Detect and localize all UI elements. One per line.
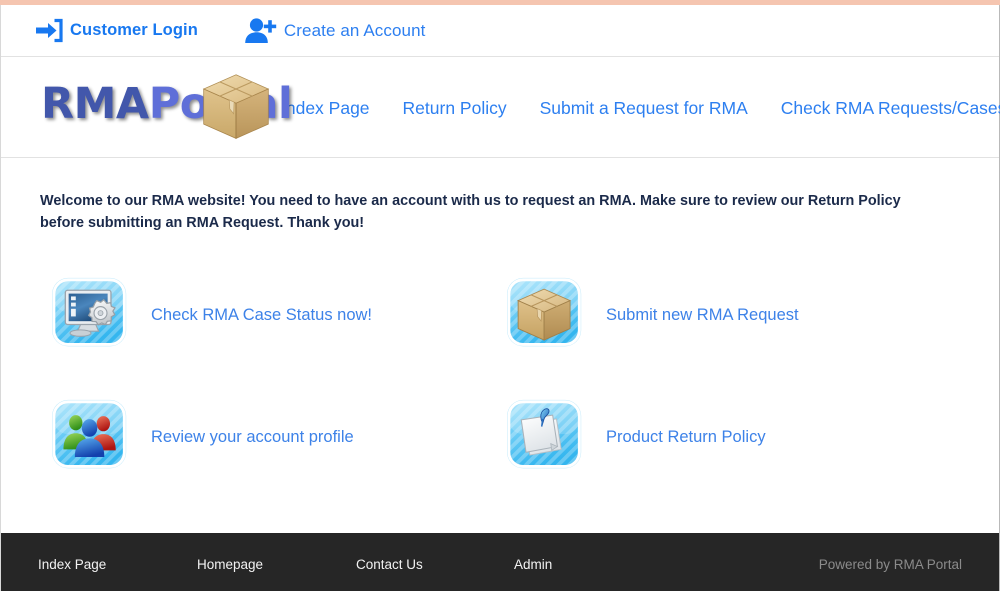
nav-item-index-page[interactable]: Index Page [281,98,370,119]
nav-item-submit-request[interactable]: Submit a Request for RMA [540,98,748,119]
tile-row: Check RMA Case Status now! Submit new RM… [1,254,999,376]
footer-link-admin[interactable]: Admin [514,557,552,572]
tile-review-account-profile[interactable]: Review your account profile [1,376,456,498]
tile-check-rma-status[interactable]: Check RMA Case Status now! [1,254,456,376]
customer-login-link[interactable]: Customer Login [34,18,198,43]
footer-inner: Index Page Homepage Contact Us Admin Pow… [1,533,999,591]
monitor-gear-icon[interactable] [49,276,133,354]
logo-text-rma: RMA [41,79,149,129]
tile-label-submit-rma-request[interactable]: Submit new RMA Request [606,306,799,325]
user-plus-icon [243,17,277,45]
users-group-icon[interactable] [49,398,133,476]
site-footer: Index Page Homepage Contact Us Admin Pow… [1,533,999,591]
tile-label-check-rma-status[interactable]: Check RMA Case Status now! [151,306,372,325]
tile-product-return-policy[interactable]: Product Return Policy [456,376,911,498]
site-header: RMAPortal [1,58,1000,158]
footer-credit: Powered by RMA Portal [818,557,962,572]
nav-item-check-status[interactable]: Check RMA Requests/Cases Status [781,98,1000,119]
nav-item-return-policy[interactable]: Return Policy [403,98,507,119]
create-account-label: Create an Account [283,20,426,40]
sign-in-icon [34,18,64,43]
tile-row: Review your account profile Product Retu… [1,376,999,498]
pinned-documents-icon[interactable] [504,398,588,476]
main-content: Welcome to our RMA website! You need to … [1,159,999,532]
cardboard-box-icon [202,74,270,139]
top-utility-bar: Customer Login Create an Account [1,5,999,57]
create-account-link[interactable]: Create an Account [243,17,426,45]
footer-link-homepage[interactable]: Homepage [197,557,263,572]
tile-label-review-account-profile[interactable]: Review your account profile [151,428,354,447]
site-logo[interactable]: RMAPortal [41,70,293,142]
customer-login-label: Customer Login [70,21,198,39]
primary-nav: Index Page Return Policy Submit a Reques… [281,58,1000,158]
tile-submit-rma-request[interactable]: Submit new RMA Request [456,254,911,376]
page-root: Customer Login Create an Account RMAPort… [0,0,1000,591]
footer-link-contact-us[interactable]: Contact Us [356,557,423,572]
shortcut-tile-grid: Check RMA Case Status now! Submit new RM… [1,254,999,498]
welcome-message: Welcome to our RMA website! You need to … [40,193,901,231]
footer-link-index-page[interactable]: Index Page [38,557,106,572]
cardboard-box-icon[interactable] [504,276,588,354]
tile-label-product-return-policy[interactable]: Product Return Policy [606,428,766,447]
